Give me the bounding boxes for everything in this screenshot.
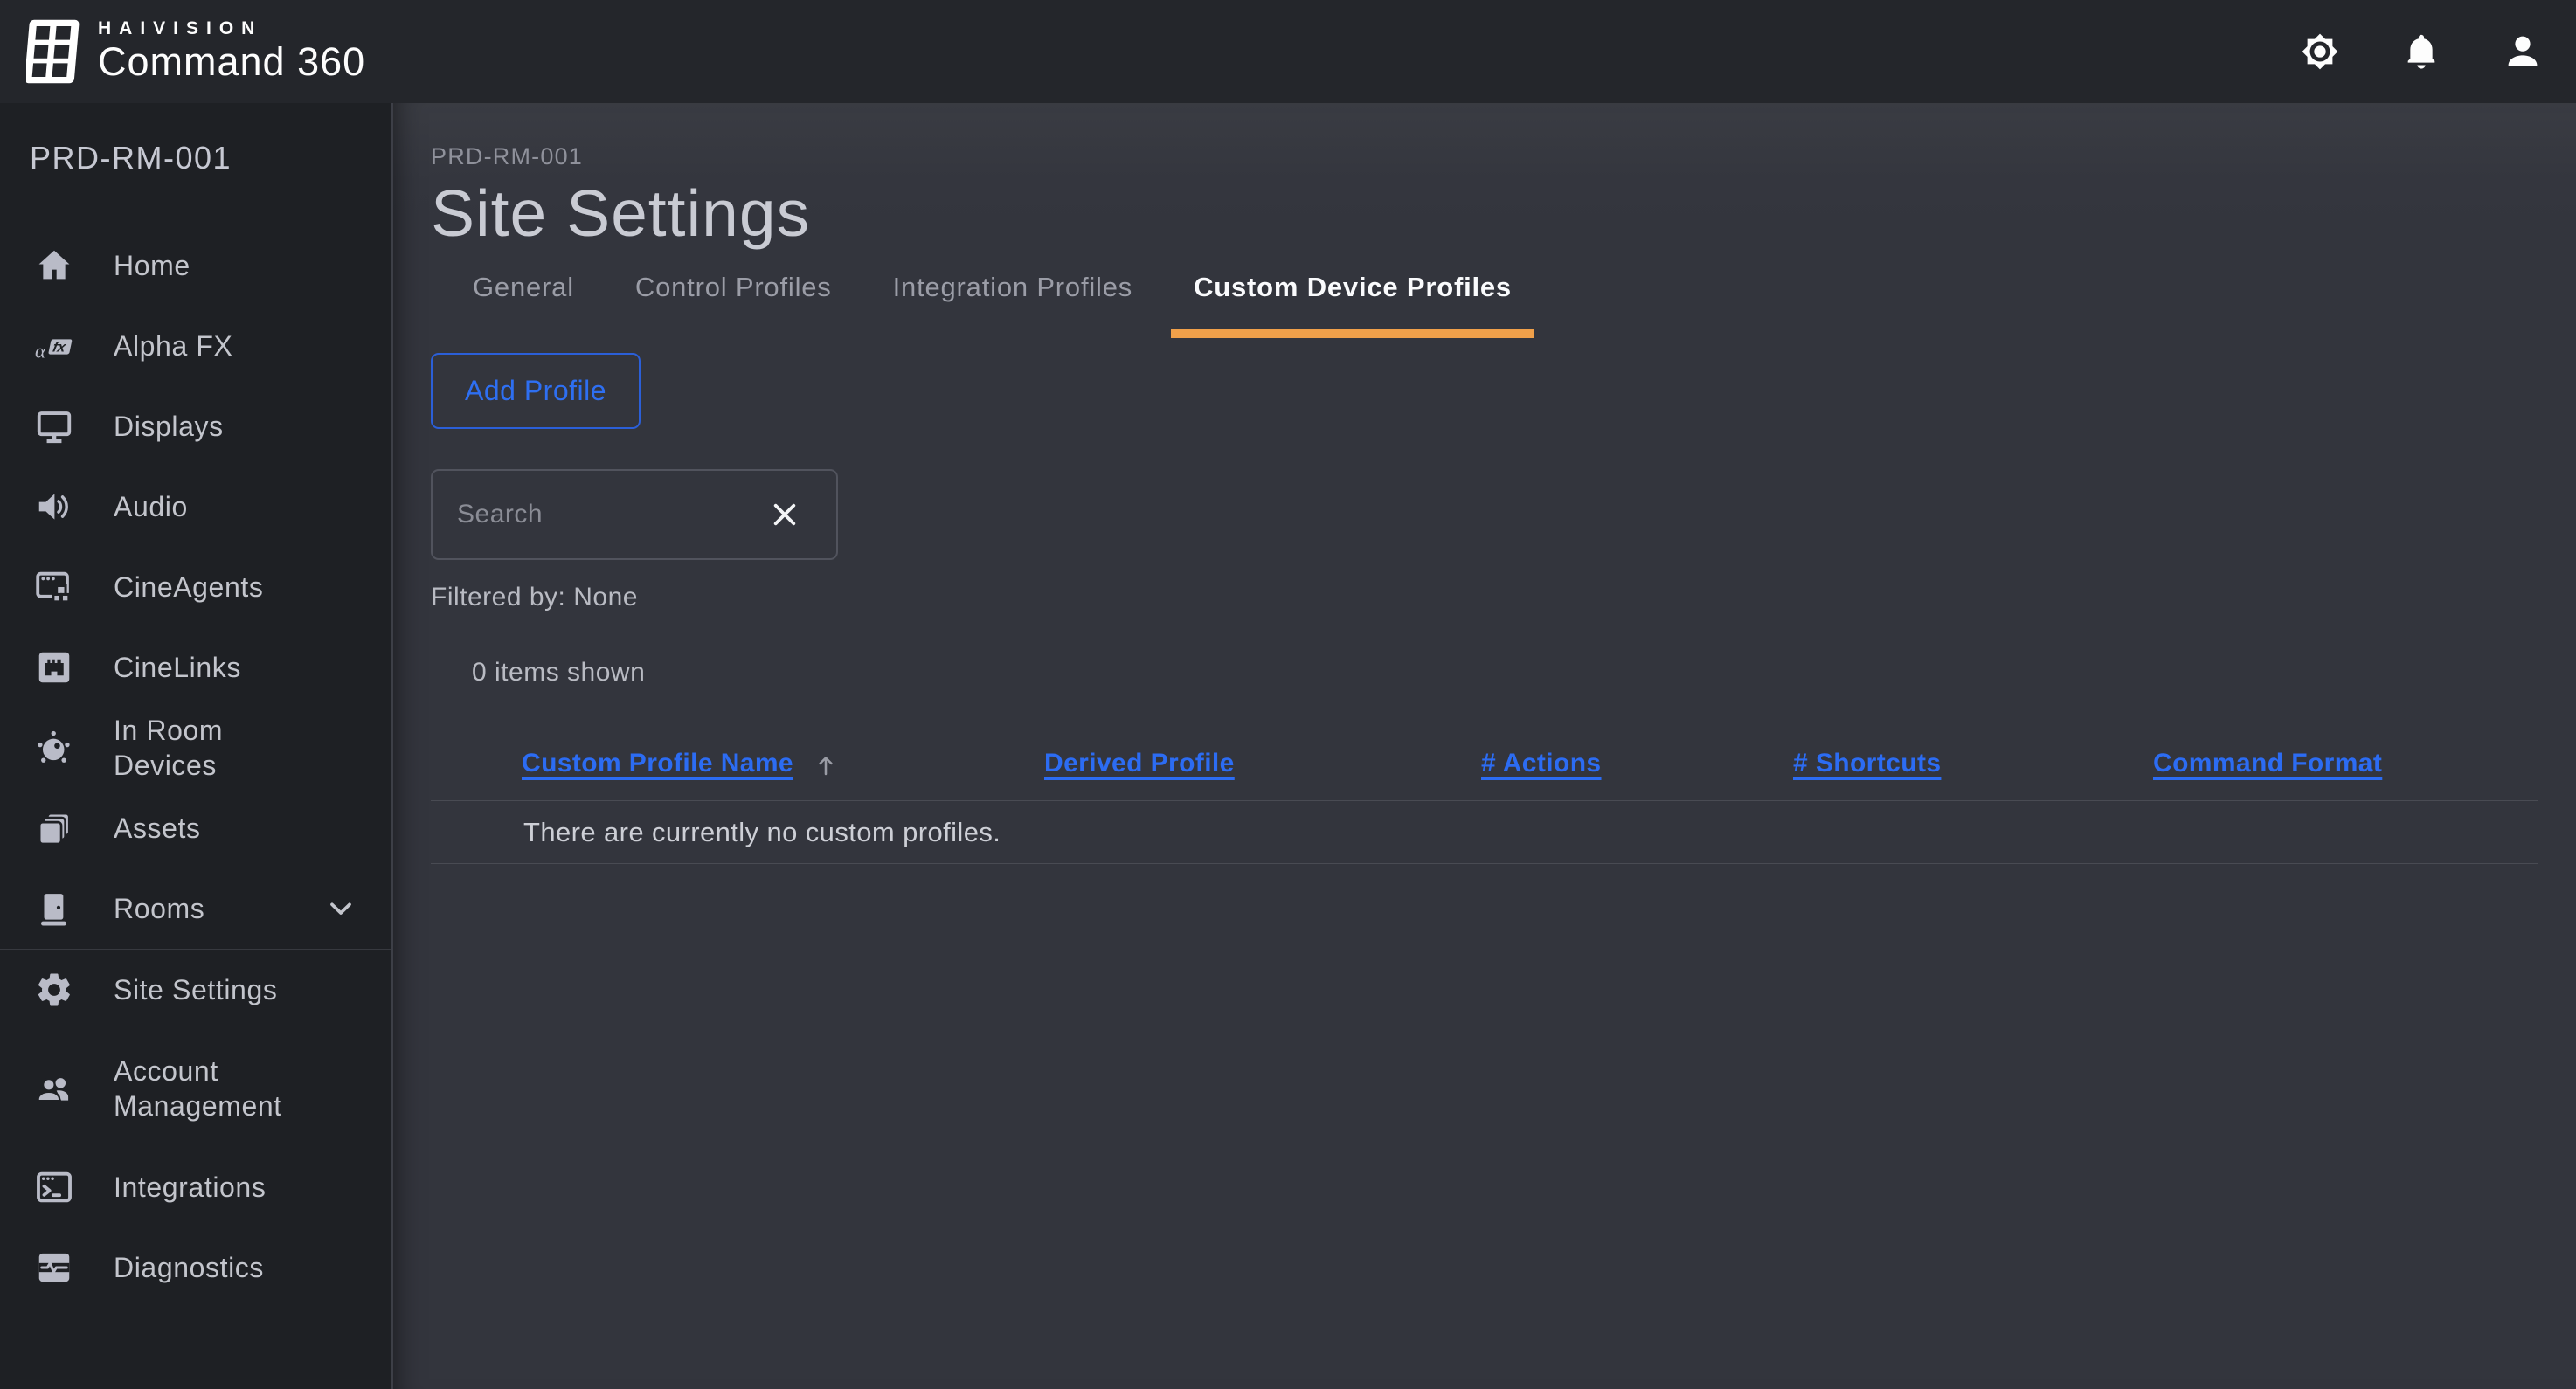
- diagnostics-pulse-icon: [33, 1247, 75, 1288]
- sidebar-item-assets[interactable]: Assets: [0, 788, 391, 868]
- sidebar-item-rooms[interactable]: Rooms: [0, 868, 391, 949]
- cinelinks-ethernet-icon: [33, 647, 75, 688]
- sidebar-item-label: Diagnostics: [114, 1250, 264, 1285]
- tab-custom-device-profiles[interactable]: Custom Device Profiles: [1171, 272, 1534, 338]
- sidebar-item-label: Assets: [114, 811, 201, 846]
- alpha-fx-icon: α fx: [33, 326, 75, 366]
- column-custom-profile-name: Custom Profile Name: [522, 749, 1044, 778]
- add-profile-button[interactable]: Add Profile: [431, 353, 641, 429]
- integrations-terminal-icon: [33, 1167, 75, 1207]
- table-header-row: Custom Profile Name Derived Profile # Ac…: [431, 749, 2538, 801]
- audio-speaker-icon: [33, 487, 75, 527]
- search-box: [431, 469, 838, 560]
- sidebar-item-label: In Room Devices: [114, 713, 334, 783]
- sidebar-nav: Home α fx Alpha FX: [0, 225, 391, 1308]
- cineagents-screen-share-icon: [33, 567, 75, 607]
- sort-link-derived-profile[interactable]: Derived Profile: [1044, 749, 1235, 778]
- site-settings-gear-icon: [33, 970, 75, 1010]
- top-bar: HAIVISION Command 360: [0, 0, 2576, 103]
- displays-monitor-icon: [33, 406, 75, 446]
- sidebar-item-site-settings[interactable]: Site Settings: [0, 950, 391, 1030]
- filtered-by-label: Filtered by: None: [431, 583, 2538, 612]
- sidebar-item-diagnostics[interactable]: Diagnostics: [0, 1227, 391, 1308]
- account-person-icon[interactable]: [2501, 30, 2545, 73]
- sidebar-item-label: Home: [114, 248, 190, 283]
- settings-icon[interactable]: [2298, 30, 2342, 73]
- sidebar-item-label: Alpha FX: [114, 328, 232, 363]
- custom-profiles-table: Custom Profile Name Derived Profile # Ac…: [431, 749, 2538, 864]
- column-shortcuts: # Shortcuts: [1793, 749, 2153, 778]
- sidebar-site-label: PRD-RM-001: [0, 103, 391, 176]
- sidebar-item-account-management[interactable]: Account Management: [0, 1030, 391, 1147]
- sidebar-item-label: CineLinks: [114, 650, 241, 685]
- sidebar: PRD-RM-001 Home α fx: [0, 103, 393, 1389]
- assets-layers-icon: [33, 808, 75, 848]
- tab-control-profiles[interactable]: Control Profiles: [613, 272, 855, 338]
- brand: HAIVISION Command 360: [26, 17, 365, 86]
- rooms-door-icon: [33, 888, 75, 929]
- account-management-people-icon: [33, 1068, 75, 1109]
- in-room-devices-icon: [33, 728, 75, 768]
- sidebar-item-audio[interactable]: Audio: [0, 466, 391, 547]
- breadcrumb: PRD-RM-001: [431, 143, 2538, 170]
- items-shown-label: 0 items shown: [472, 658, 2538, 688]
- brand-product: Command 360: [98, 39, 365, 85]
- sort-link-command-format[interactable]: Command Format: [2153, 749, 2382, 778]
- sidebar-item-integrations[interactable]: Integrations: [0, 1147, 391, 1227]
- search-clear-x-icon[interactable]: [761, 498, 808, 531]
- sidebar-item-label: Integrations: [114, 1170, 266, 1205]
- sidebar-item-alpha-fx[interactable]: α fx Alpha FX: [0, 306, 391, 386]
- haivision-logo-icon: [26, 17, 80, 86]
- sidebar-item-home[interactable]: Home: [0, 225, 391, 306]
- sidebar-item-cineagents[interactable]: CineAgents: [0, 547, 391, 627]
- sidebar-item-label: Displays: [114, 409, 224, 444]
- svg-text:α: α: [35, 340, 46, 362]
- sidebar-item-label: Account Management: [114, 1054, 334, 1123]
- home-icon: [33, 245, 75, 286]
- search-input[interactable]: [457, 500, 761, 529]
- notifications-bell-icon[interactable]: [2399, 30, 2443, 73]
- sidebar-item-cinelinks[interactable]: CineLinks: [0, 627, 391, 708]
- sort-link-shortcuts[interactable]: # Shortcuts: [1793, 749, 1941, 778]
- brand-name: HAIVISION: [98, 18, 365, 39]
- sidebar-item-displays[interactable]: Displays: [0, 386, 391, 466]
- sidebar-item-label: Rooms: [114, 891, 204, 926]
- sort-ascending-arrow-icon[interactable]: [811, 750, 841, 780]
- column-command-format: Command Format: [2153, 749, 2538, 778]
- sort-link-custom-profile-name[interactable]: Custom Profile Name: [522, 749, 793, 778]
- column-derived-profile: Derived Profile: [1044, 749, 1481, 778]
- tab-general[interactable]: General: [450, 272, 597, 338]
- sidebar-item-label: CineAgents: [114, 570, 263, 605]
- topbar-actions: [2298, 30, 2545, 73]
- sort-link-actions[interactable]: # Actions: [1481, 749, 1602, 778]
- empty-state-message: There are currently no custom profiles.: [522, 817, 2538, 848]
- chevron-down-icon[interactable]: [323, 891, 358, 926]
- table-empty-row: There are currently no custom profiles.: [431, 801, 2538, 864]
- page-title: Site Settings: [431, 176, 2538, 251]
- main-content: PRD-RM-001 Site Settings General Control…: [393, 103, 2576, 1389]
- sidebar-item-label: Site Settings: [114, 972, 277, 1007]
- sidebar-item-label: Audio: [114, 489, 188, 524]
- sidebar-item-in-room-devices[interactable]: In Room Devices: [0, 708, 391, 788]
- tab-bar: General Control Profiles Integration Pro…: [431, 272, 2538, 338]
- brand-text: HAIVISION Command 360: [98, 18, 365, 85]
- column-actions: # Actions: [1481, 749, 1793, 778]
- tab-integration-profiles[interactable]: Integration Profiles: [870, 272, 1155, 338]
